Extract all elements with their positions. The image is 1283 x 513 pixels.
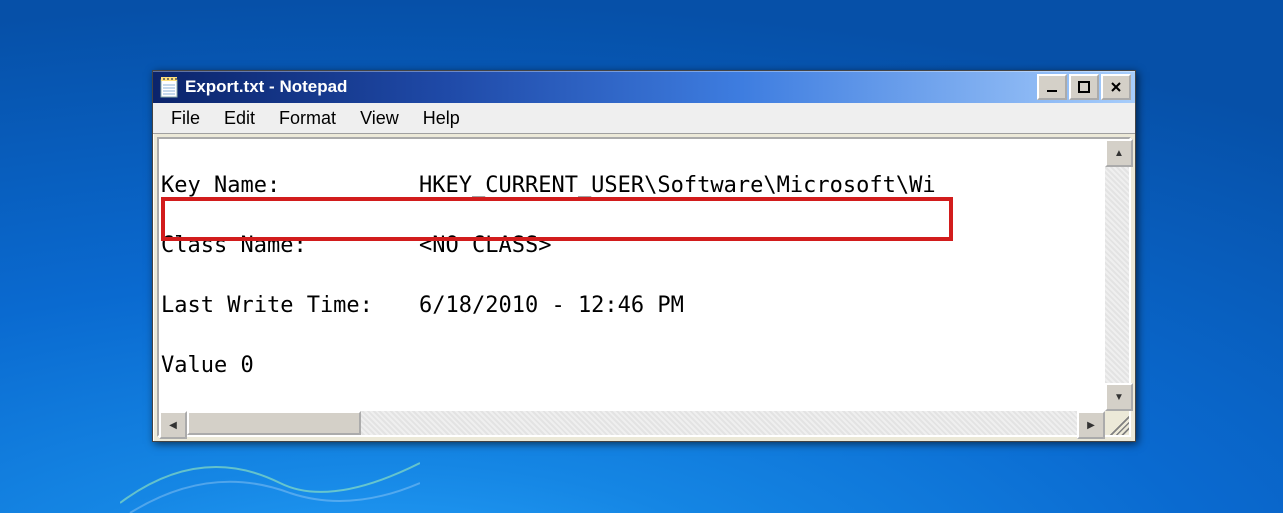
menu-help[interactable]: Help <box>413 106 470 131</box>
resize-grip[interactable] <box>1105 411 1129 435</box>
minimize-button[interactable] <box>1037 74 1067 100</box>
notepad-window: Export.txt - Notepad File Edit Format Vi… <box>152 70 1136 442</box>
text-area[interactable]: Key Name:HKEY_CURRENT_USER\Software\Micr… <box>159 139 1105 411</box>
notepad-icon <box>159 76 179 98</box>
scroll-right-button[interactable]: ▶ <box>1077 411 1105 439</box>
class-name-label: Class Name: <box>161 231 419 261</box>
desktop-decoration <box>120 433 420 513</box>
titlebar[interactable]: Export.txt - Notepad <box>153 71 1135 103</box>
h-scroll-thumb[interactable] <box>187 411 361 435</box>
vertical-scrollbar[interactable]: ▲ ▼ <box>1105 139 1129 411</box>
scroll-down-button[interactable]: ▼ <box>1105 383 1133 411</box>
scroll-left-button[interactable]: ◀ <box>159 411 187 439</box>
last-write-label: Last Write Time: <box>161 291 419 321</box>
class-name-value: <NO CLASS> <box>419 231 551 261</box>
key-name-value: HKEY_CURRENT_USER\Software\Microsoft\Wi <box>419 171 936 201</box>
window-title: Export.txt - Notepad <box>185 77 1037 97</box>
menu-edit[interactable]: Edit <box>214 106 265 131</box>
client-area: Key Name:HKEY_CURRENT_USER\Software\Micr… <box>157 137 1131 437</box>
last-write-value: 6/18/2010 - 12:46 PM <box>419 291 684 321</box>
maximize-button[interactable] <box>1069 74 1099 100</box>
menubar: File Edit Format View Help <box>153 103 1135 134</box>
menu-format[interactable]: Format <box>269 106 346 131</box>
key-name-label: Key Name: <box>161 171 419 201</box>
menu-file[interactable]: File <box>161 106 210 131</box>
close-button[interactable] <box>1101 74 1131 100</box>
scroll-up-button[interactable]: ▲ <box>1105 139 1133 167</box>
horizontal-scrollbar[interactable]: ◀ ▶ <box>159 411 1105 435</box>
value-header: Value 0 <box>161 351 254 381</box>
menu-view[interactable]: View <box>350 106 409 131</box>
